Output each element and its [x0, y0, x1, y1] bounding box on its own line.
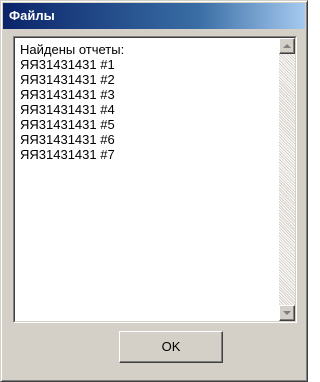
list-item: ЯЯ31431431 #6: [20, 132, 115, 147]
listbox-frame: Найдены отчеты: ЯЯ31431431 #1 ЯЯ31431431…: [14, 37, 296, 322]
list-item: ЯЯ31431431 #4: [20, 102, 115, 117]
title-bar[interactable]: Файлы: [3, 3, 305, 29]
arrow-down-icon: [283, 311, 291, 315]
arrow-up-icon: [283, 44, 291, 48]
ok-button[interactable]: OK: [119, 331, 223, 363]
window-title: Файлы: [9, 8, 55, 23]
list-heading: Найдены отчеты:: [20, 42, 125, 57]
vertical-scrollbar[interactable]: [279, 38, 295, 321]
list-item: ЯЯ31431431 #3: [20, 87, 115, 102]
reports-listbox[interactable]: Найдены отчеты: ЯЯ31431431 #1 ЯЯ31431431…: [13, 36, 297, 323]
list-item: ЯЯ31431431 #7: [20, 147, 115, 162]
list-item: ЯЯ31431431 #5: [20, 117, 115, 132]
files-dialog: Файлы Найдены отчеты: ЯЯ31431431 #1 ЯЯ31…: [0, 0, 308, 382]
list-item: ЯЯ31431431 #2: [20, 72, 115, 87]
list-item: ЯЯ31431431 #1: [20, 57, 115, 72]
reports-text: Найдены отчеты: ЯЯ31431431 #1 ЯЯ31431431…: [20, 42, 270, 162]
scroll-up-button[interactable]: [279, 38, 295, 54]
scroll-down-button[interactable]: [279, 305, 295, 321]
